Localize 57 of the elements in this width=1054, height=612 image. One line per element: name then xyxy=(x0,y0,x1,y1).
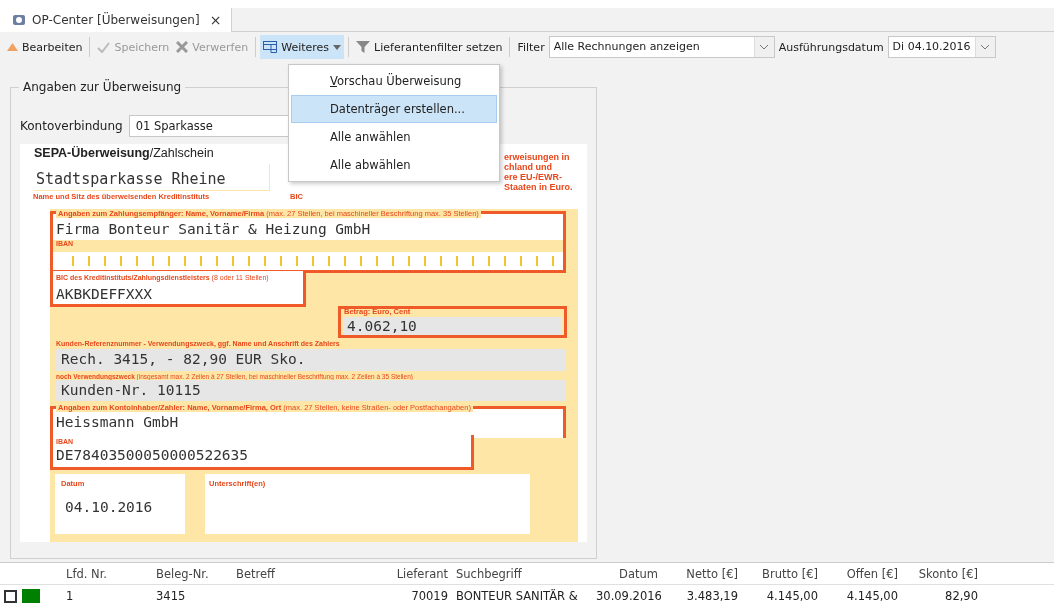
app-icon xyxy=(12,14,26,26)
table-cell-text: 3415 xyxy=(155,589,187,603)
group-title: Angaben zur Überweisung xyxy=(19,80,186,94)
window-icon xyxy=(263,41,278,53)
field-label: Ausführungsdatum xyxy=(777,40,885,54)
checkbox[interactable] xyxy=(4,589,17,603)
toolbar-button[interactable]: Lieferantenfilter setzen xyxy=(353,35,506,59)
amount-field: 4.062,10 xyxy=(343,317,561,335)
table-cell-text: 70019 xyxy=(410,589,449,603)
payee-field: Firma Bonteur Sanitär & Heizung GmbH xyxy=(56,221,371,237)
column-header[interactable]: Beleg-Nr. xyxy=(152,566,232,581)
column-header[interactable]: Datum xyxy=(592,566,662,581)
triangle-icon xyxy=(7,43,18,51)
column-header[interactable]: Betreff xyxy=(232,566,392,581)
menu-item[interactable]: Alle abwählen xyxy=(291,151,497,179)
field-label: Filter xyxy=(516,40,546,54)
column-header[interactable]: Lfd. Nr. xyxy=(62,566,152,581)
column-header[interactable]: Brutto [€] xyxy=(742,566,822,581)
close-button[interactable]: × xyxy=(205,12,222,28)
form-title: SEPA-Überweisung/Zahlschein xyxy=(34,146,214,160)
cross-icon xyxy=(176,41,189,53)
tab[interactable]: OP-Center [Überweisungen] × xyxy=(0,8,233,32)
table-cell-text: 1 xyxy=(65,589,75,603)
payer-field: Heissmann GmbH xyxy=(56,414,179,430)
tab-label: OP-Center [Überweisungen] xyxy=(32,13,200,27)
toolbar-button[interactable]: Bearbeiten xyxy=(4,35,86,59)
table-cell-text: 30.09.2016 xyxy=(595,589,662,603)
dropdown-field[interactable]: Di 04.10.2016 xyxy=(887,36,996,58)
menu-item[interactable]: Vorschau Überweisung xyxy=(291,67,497,95)
column-header[interactable]: Skonto [€] xyxy=(902,566,982,581)
purpose-field: Kunden-Nr. 10115 xyxy=(55,380,565,401)
reference-field: Rech. 3415, - 82,90 EUR Sko. xyxy=(55,349,565,371)
menu-button[interactable]: Weiteres xyxy=(260,35,345,59)
iban-field: DE78403500050000522635 xyxy=(56,447,249,463)
column-header[interactable]: Lieferant xyxy=(392,566,452,581)
caret-icon xyxy=(333,44,342,50)
date-field: 04.10.2016 xyxy=(65,499,153,515)
filter-icon xyxy=(356,40,371,54)
check-icon xyxy=(97,41,111,53)
bic-field: AKBKDEFFXXX xyxy=(56,286,153,302)
chevron-icon xyxy=(981,44,990,50)
column-header[interactable]: Netto [€] xyxy=(662,566,742,581)
table-cell-text: 4.145,00 xyxy=(765,589,819,603)
table-cell-text: 82,90 xyxy=(944,589,979,603)
table-cell-text: 3.483,19 xyxy=(685,589,739,603)
form-note: erweisungen in chland und ere EU-/EWR- Staaten in Euro. xyxy=(504,152,573,192)
dropdown-field[interactable]: Alle Rechnungen anzeigen xyxy=(548,36,775,58)
menu-item[interactable]: Alle anwählen xyxy=(291,123,497,151)
table-cell-text: 4.145,00 xyxy=(845,589,899,603)
account-field[interactable]: 01 Sparkasse xyxy=(128,115,289,137)
chevron-icon xyxy=(760,44,769,50)
menu-item[interactable]: Datenträger erstellen... xyxy=(291,95,497,123)
table-cell-text: BONTEUR SANITÄR & xyxy=(455,589,579,603)
field-label: Kontoverbindung xyxy=(20,119,123,133)
column-header[interactable]: Offen [€] xyxy=(822,566,902,581)
bank-field: Stadtsparkasse Rheine xyxy=(34,164,270,191)
column-header[interactable]: Suchbegriff xyxy=(452,566,592,581)
